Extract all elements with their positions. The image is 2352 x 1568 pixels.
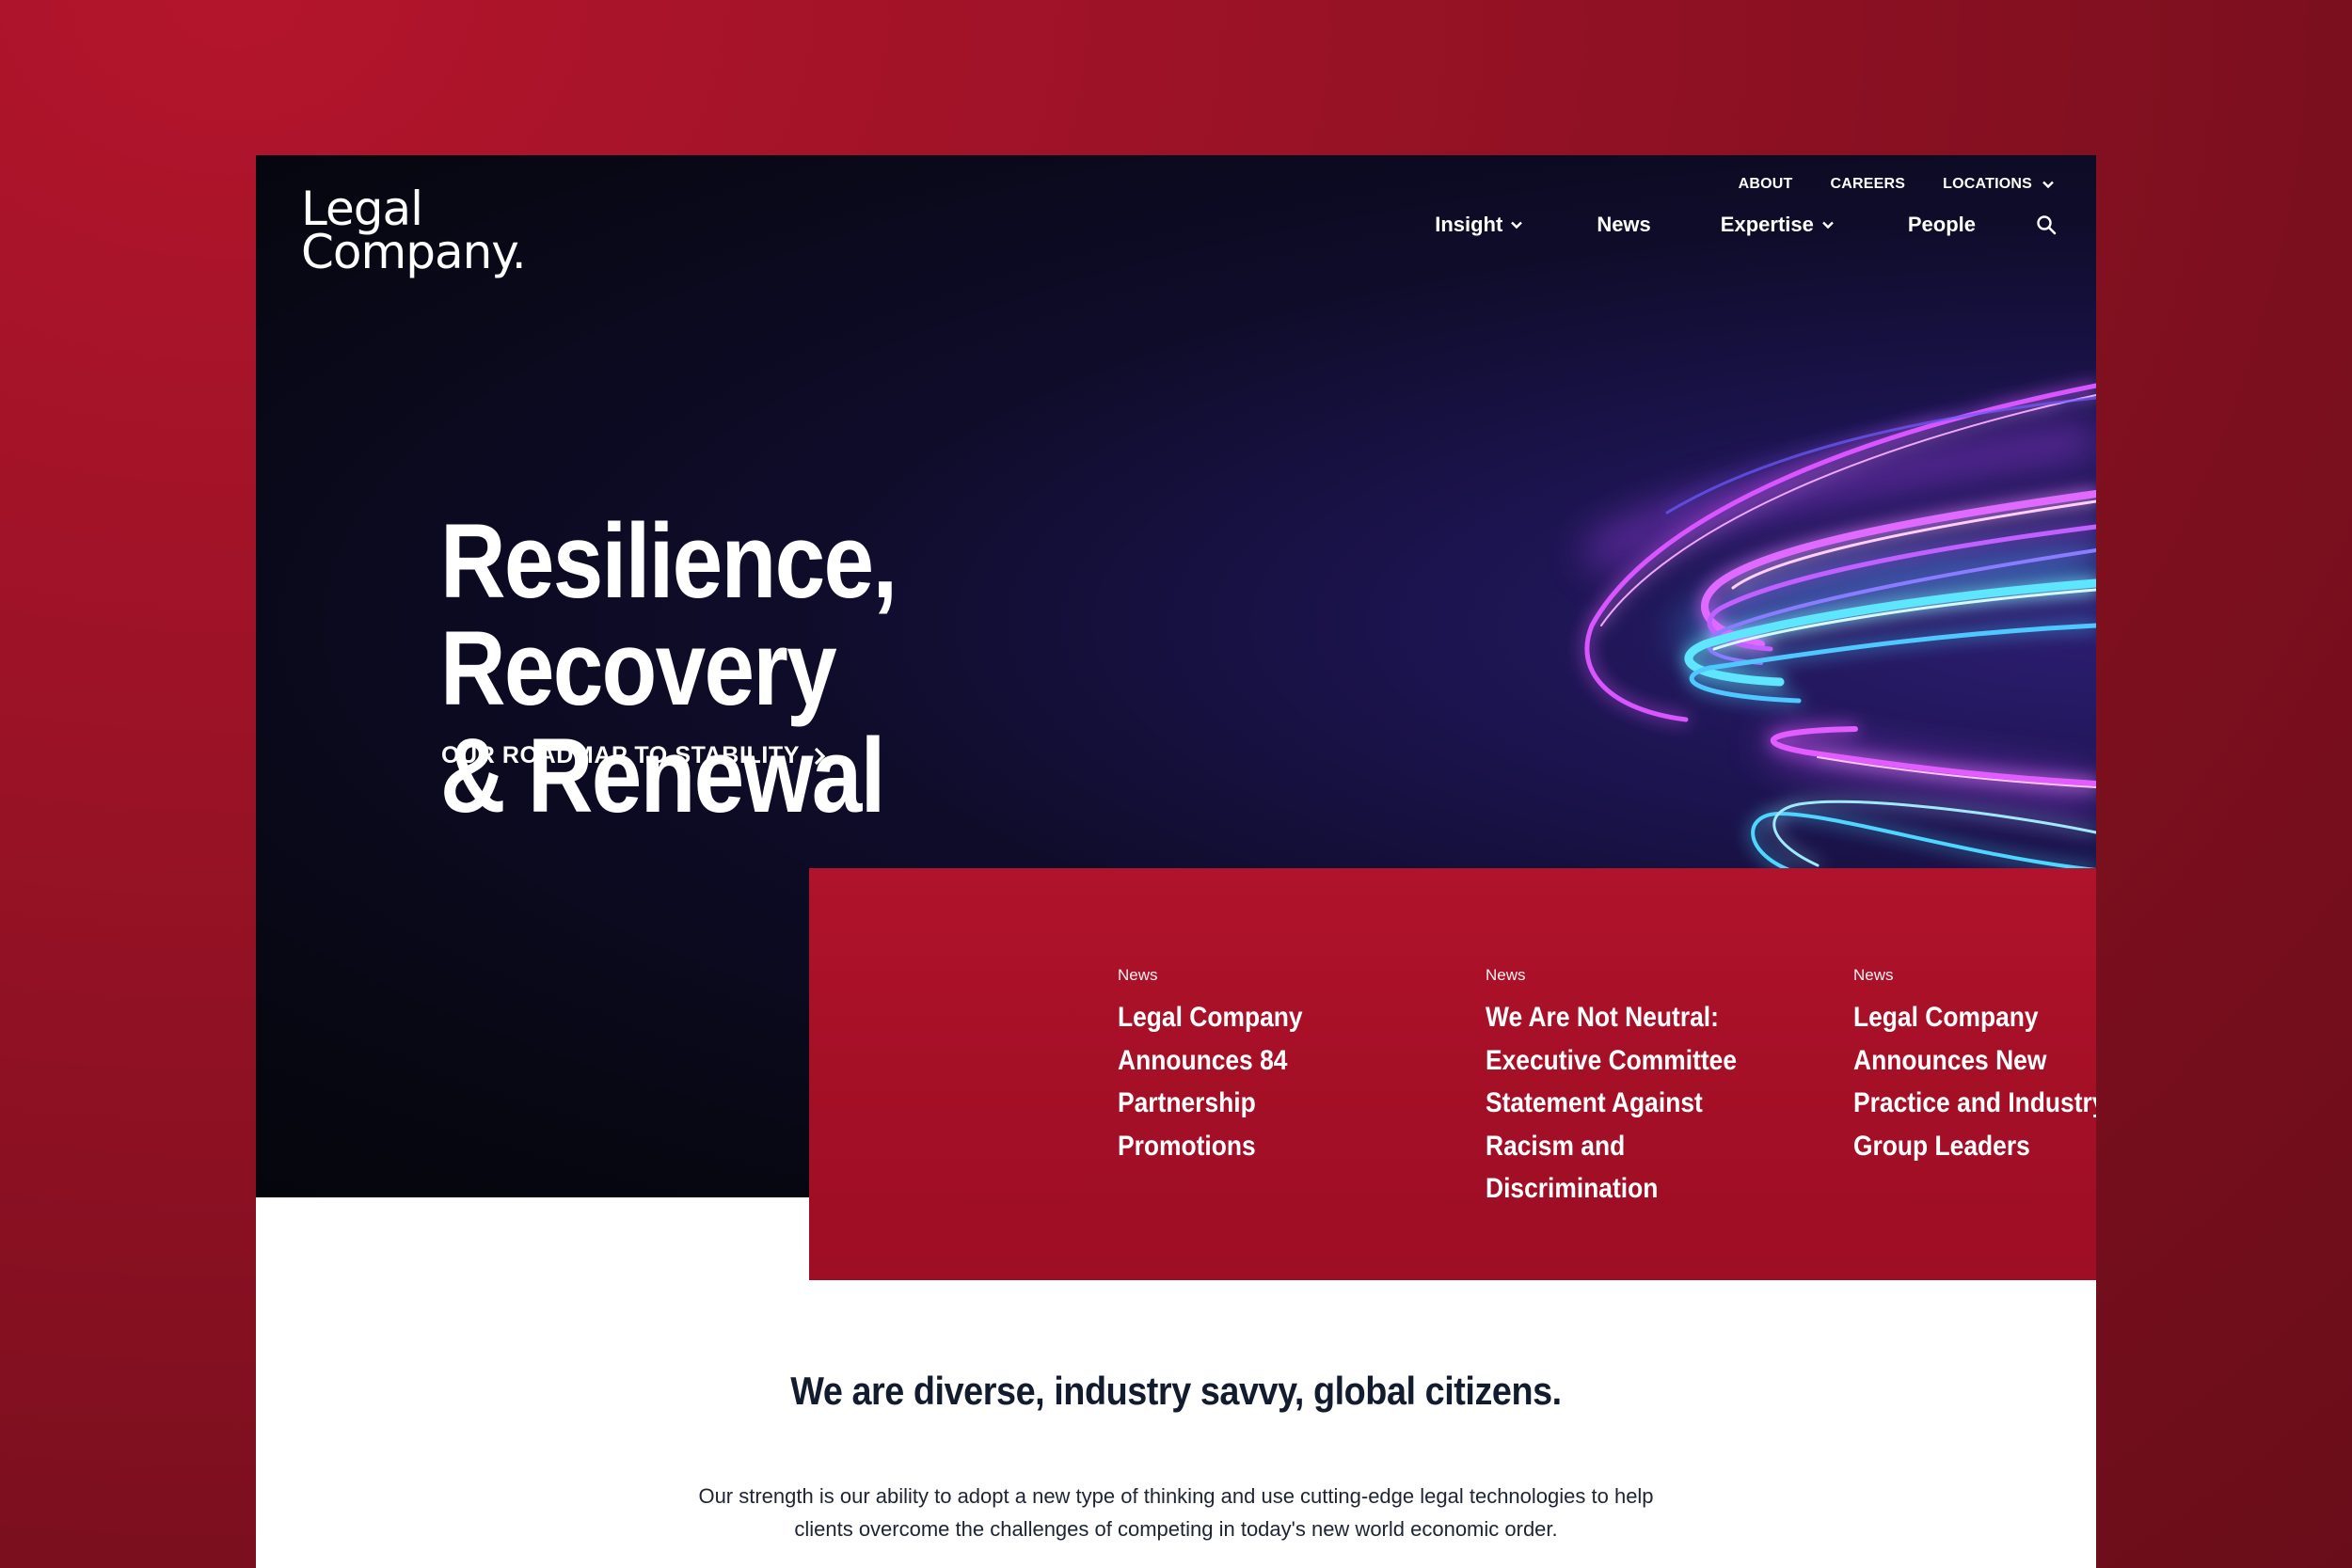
nav-item-news-label: News [1597,213,1651,236]
news-card-tag: News [1853,966,1894,984]
roadmap-link-label: OUR ROADMAP TO STABILITY [441,742,801,768]
nav-item-news[interactable]: News [1597,213,1650,237]
news-card[interactable]: News We Are Not Neutral: Executive Commi… [1486,966,1787,1211]
chevron-down-icon [1822,221,1834,230]
news-card-title[interactable]: Legal Company Announces 84 Partnership P… [1118,996,1424,1167]
news-card[interactable]: News Legal Company Announces New Practic… [1853,966,2096,1167]
website-frame: Legal Company. ABOUT CAREERS LOCATIONS I… [256,155,2096,1568]
logo-line-2: Company. [301,225,527,279]
search-icon [2037,215,2057,235]
util-nav-about-label: ABOUT [1738,176,1793,192]
company-logo[interactable]: Legal Company. [301,185,527,279]
news-card-title[interactable]: Legal Company Announces New Practice and… [1853,996,2096,1167]
hero-title-line-1: Resilience, Recovery [440,502,898,727]
nav-item-expertise-label: Expertise [1720,213,1814,236]
chevron-down-icon [1511,221,1523,230]
news-card-title-line: Statement Against [1486,1087,1703,1118]
news-card-title-line: Legal Company [1118,1002,1303,1033]
news-card-title-line: Group Leaders [1853,1130,2030,1162]
news-card-title-line: Announces 84 [1118,1044,1288,1076]
news-card-title-line: Practice and Industry [1853,1087,2096,1118]
about-body: Our strength is our ability to adopt a n… [256,1480,2096,1545]
about-heading: We are diverse, industry savvy, global c… [790,1368,1562,1413]
news-card-title-line: Discrimination [1486,1173,1659,1204]
hero-title-line-2: & Renewal [440,717,885,834]
search-button[interactable] [2036,214,2057,235]
news-card-tag: News [1118,966,1158,984]
hero-title: Resilience, Recovery & Renewal [440,508,1249,830]
news-card-title-line: Announces New [1853,1044,2047,1076]
chevron-down-icon [2042,181,2054,189]
util-nav-careers-label: CAREERS [1830,176,1906,192]
news-card-title-line: Executive Committee [1486,1044,1738,1076]
util-nav-about[interactable]: ABOUT [1739,176,1793,193]
news-card-title-line: We Are Not Neutral: [1486,1002,1719,1033]
nav-item-insight[interactable]: Insight [1435,213,1523,237]
nav-item-expertise[interactable]: Expertise [1721,213,1835,237]
nav-item-people-label: People [1907,213,1976,236]
utility-nav: ABOUT CAREERS LOCATIONS [1739,176,2055,193]
util-nav-locations-label: LOCATIONS [1943,176,2032,192]
nav-item-people[interactable]: People [1908,213,1976,237]
news-card[interactable]: News Legal Company Announces 84 Partners… [1118,966,1419,1167]
news-card-tag: News [1486,966,1526,984]
news-card-title-line: Racism and [1486,1130,1626,1162]
news-card-title-line: Legal Company [1853,1002,2039,1033]
main-nav: Insight News Expertise People [1435,213,2057,237]
nav-item-insight-label: Insight [1435,213,1503,236]
util-nav-locations[interactable]: LOCATIONS [1943,176,2055,193]
news-card-title[interactable]: We Are Not Neutral: Executive Committee … [1486,996,1792,1211]
roadmap-link[interactable]: OUR ROADMAP TO STABILITY [441,742,826,769]
util-nav-careers[interactable]: CAREERS [1831,176,1906,193]
chevron-right-icon [814,747,826,765]
about-body-line-1: Our strength is our ability to adopt a n… [698,1484,1654,1508]
news-card-title-line: Promotions [1118,1130,1256,1162]
news-card-title-line: Partnership [1118,1087,1256,1118]
featured-news-panel: News Legal Company Announces 84 Partners… [809,868,2096,1280]
about-body-line-2: clients overcome the challenges of compe… [794,1517,1558,1541]
